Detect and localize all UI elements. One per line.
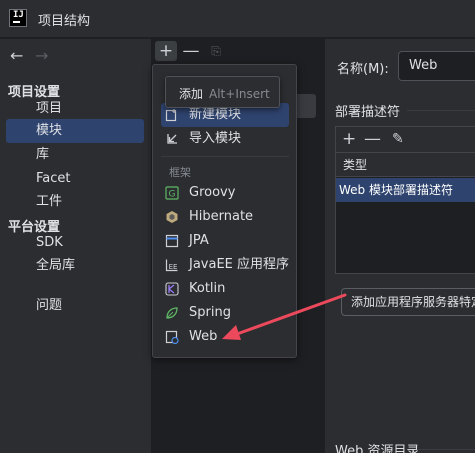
- sidebar-item-global-libraries[interactable]: 全局库: [6, 254, 144, 278]
- facet-settings-panel: 名称(M): Web 部署描述符 + — ✎ 类型 Web 模块部署描述符 添加…: [324, 39, 475, 453]
- remove-descriptor-icon[interactable]: —: [364, 129, 381, 149]
- menu-item-javaee[interactable]: EE JavaEE 应用程序: [161, 253, 289, 277]
- tooltip-label: 添加: [179, 87, 204, 101]
- jpa-label: JPA: [189, 233, 209, 248]
- add-popup-menu: 新建模块 导入模块 框架 G Groovy Hibernate JPA EE J…: [152, 64, 297, 358]
- import-module-label: 导入模块: [189, 131, 242, 146]
- menu-separator: [161, 156, 289, 157]
- section-divider: [407, 110, 475, 111]
- intellij-logo-icon: IJ: [9, 9, 27, 27]
- web-icon: [165, 330, 179, 345]
- remove-icon[interactable]: —: [180, 41, 202, 61]
- name-field[interactable]: Web: [398, 51, 475, 81]
- sidebar-item-problems[interactable]: 问题: [6, 294, 144, 318]
- window-title: 项目结构: [38, 14, 91, 29]
- menu-item-kotlin[interactable]: Kotlin: [161, 277, 289, 301]
- descriptors-table: + — ✎ 类型 Web 模块部署描述符: [335, 126, 475, 274]
- spring-label: Spring: [189, 305, 231, 320]
- menu-item-spring[interactable]: Spring: [161, 301, 289, 325]
- new-module-label: 新建模块: [189, 107, 242, 122]
- groovy-icon: G: [165, 186, 179, 200]
- descriptors-toolbar: + — ✎: [336, 127, 475, 153]
- section-divider: [417, 449, 475, 450]
- svg-text:EE: EE: [169, 263, 178, 271]
- forward-arrow-icon[interactable]: →: [35, 47, 48, 65]
- javaee-label: JavaEE 应用程序: [189, 257, 290, 272]
- menu-item-jpa[interactable]: JPA: [161, 229, 289, 253]
- copy-icon[interactable]: ⎘: [205, 41, 227, 61]
- sidebar-item-libraries[interactable]: 库: [6, 143, 144, 167]
- menu-item-web[interactable]: Web: [161, 325, 289, 349]
- deployment-descriptors-header: 部署描述符: [335, 105, 401, 120]
- sidebar-item-facets[interactable]: Facet: [6, 167, 144, 191]
- hibernate-icon: [165, 210, 179, 224]
- edit-pencil-icon[interactable]: ✎: [392, 129, 404, 149]
- type-column-header[interactable]: 类型: [336, 153, 475, 177]
- web-resources-header: Web 资源目录: [335, 444, 420, 453]
- web-label: Web: [189, 329, 218, 344]
- settings-sidebar: ← → 项目设置 项目 模块 库 Facet 工件 平台设置 SDK 全局库 问…: [0, 39, 152, 453]
- frameworks-header: 框架: [169, 166, 191, 179]
- sidebar-item-sdk[interactable]: SDK: [6, 231, 144, 255]
- import-module-icon: [165, 132, 179, 146]
- add-descriptor-icon[interactable]: +: [342, 129, 356, 149]
- add-tooltip: 添加 Alt+Insert: [165, 76, 280, 108]
- back-arrow-icon[interactable]: ←: [10, 47, 23, 65]
- hibernate-label: Hibernate: [189, 209, 254, 224]
- new-module-icon: [165, 108, 179, 122]
- svg-text:G: G: [169, 190, 176, 200]
- groovy-label: Groovy: [189, 185, 236, 200]
- name-label: 名称(M):: [337, 62, 389, 77]
- kotlin-icon: [165, 282, 179, 296]
- add-icon[interactable]: +: [155, 41, 177, 61]
- sidebar-item-artifacts[interactable]: 工件: [6, 190, 144, 214]
- add-server-descriptor-button[interactable]: 添加应用程序服务器特定: [341, 288, 475, 316]
- sidebar-item-project[interactable]: 项目: [6, 97, 144, 121]
- kotlin-label: Kotlin: [189, 281, 226, 296]
- spring-leaf-icon: [165, 306, 179, 320]
- table-row[interactable]: Web 模块部署描述符: [336, 178, 475, 202]
- menu-item-import-module[interactable]: 导入模块: [161, 127, 289, 151]
- jpa-icon: [165, 234, 179, 248]
- tooltip-shortcut: Alt+Insert: [209, 87, 270, 101]
- menu-item-hibernate[interactable]: Hibernate: [161, 205, 289, 229]
- javaee-icon: EE: [165, 258, 179, 272]
- title-bar: IJ 项目结构: [0, 0, 475, 38]
- sidebar-item-modules[interactable]: 模块: [6, 119, 144, 143]
- menu-item-groovy[interactable]: G Groovy: [161, 181, 289, 205]
